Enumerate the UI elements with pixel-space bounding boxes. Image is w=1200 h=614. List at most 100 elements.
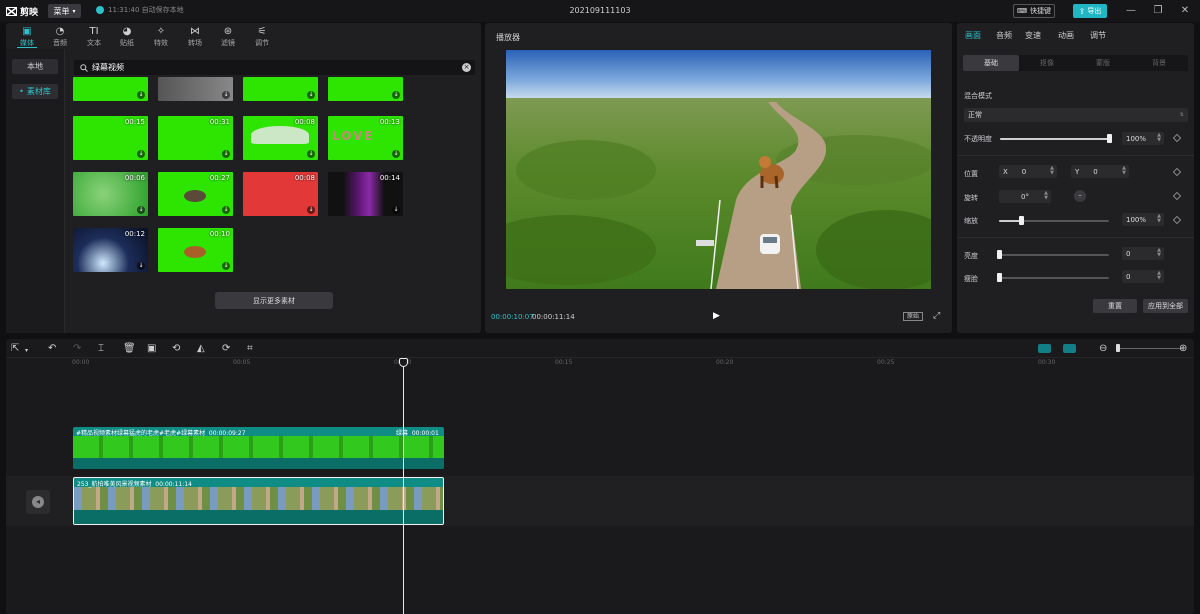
side-nav-local[interactable]: 本地 xyxy=(12,59,58,74)
category-tab-adjust[interactable]: ⚟ 调节 xyxy=(249,25,275,48)
material-thumbnail[interactable]: 00:27 ↓ xyxy=(158,172,233,216)
time-ruler[interactable]: 00:0000:0500:1000:1500:2000:2500:30 xyxy=(72,358,1194,368)
category-tab-filter[interactable]: ⊛ 滤镜 xyxy=(215,25,241,48)
brightness-input[interactable]: 0 ▲ ▼ xyxy=(1122,247,1164,260)
download-icon[interactable]: ↓ xyxy=(137,150,145,158)
undo-icon[interactable]: ↶ xyxy=(48,343,56,354)
scale-input[interactable]: 100% ▲ ▼ xyxy=(1122,213,1164,226)
material-thumbnail[interactable]: ↓ xyxy=(328,77,403,101)
zoom-slider-handle[interactable] xyxy=(1116,344,1120,352)
property-tab[interactable]: 画面 xyxy=(965,30,981,41)
category-tab-sticker[interactable]: ◕ 贴纸 xyxy=(114,25,140,48)
download-icon[interactable]: ↓ xyxy=(222,150,230,158)
delete-icon[interactable]: 🗑 xyxy=(123,343,136,354)
contrast-slider[interactable] xyxy=(997,277,1109,279)
download-icon[interactable]: ↓ xyxy=(137,206,145,214)
search-input[interactable]: 绿幕视频 × xyxy=(74,60,475,75)
contrast-input[interactable]: 0 ▲ ▼ xyxy=(1122,270,1164,283)
download-icon[interactable]: ↓ xyxy=(392,150,400,158)
download-icon[interactable]: ↓ xyxy=(137,262,145,270)
link-tracks-icon[interactable] xyxy=(1038,344,1051,353)
minimize-icon[interactable]: — xyxy=(1125,5,1137,17)
material-thumbnail[interactable]: LOVE 00:13 ↓ xyxy=(328,116,403,160)
property-tab[interactable]: 调节 xyxy=(1090,30,1106,41)
playhead[interactable] xyxy=(403,358,404,614)
reset-button[interactable]: 重置 xyxy=(1093,299,1137,313)
material-thumbnail[interactable]: ↓ xyxy=(73,77,148,101)
mirror-icon[interactable]: ◭ xyxy=(197,343,205,354)
keyframe-icon[interactable] xyxy=(1172,215,1182,225)
zoom-out-icon[interactable]: ⊖ xyxy=(1099,343,1107,354)
material-thumbnail[interactable]: 00:15 ↓ xyxy=(73,116,148,160)
main-video-clip[interactable]: 253_航拍唯美风景视频素材 00:00:11:14 xyxy=(73,477,444,525)
redo-icon[interactable]: ↷ xyxy=(73,343,81,354)
zoom-in-icon[interactable]: ⊕ xyxy=(1179,343,1187,354)
property-subtab[interactable]: 抠像 xyxy=(1019,55,1075,71)
category-tab-effects[interactable]: ✧ 特效 xyxy=(148,25,174,48)
download-icon[interactable]: ↓ xyxy=(222,91,230,99)
property-subtab[interactable]: 背景 xyxy=(1131,55,1187,71)
opacity-slider-handle[interactable] xyxy=(1107,134,1112,143)
property-subtab[interactable]: 基础 xyxy=(963,55,1019,71)
export-button[interactable]: ⇪ 导出 xyxy=(1073,4,1107,18)
playhead-handle[interactable] xyxy=(399,358,408,367)
material-thumbnail[interactable]: 00:14 ↓ xyxy=(328,172,403,216)
snap-icon[interactable] xyxy=(1063,344,1076,353)
track-mute-button[interactable]: ◂ xyxy=(26,490,50,514)
keyframe-icon[interactable] xyxy=(1172,191,1182,201)
rotate-icon[interactable]: ⟳ xyxy=(222,343,230,354)
keyframe-icon[interactable] xyxy=(1172,167,1182,177)
download-icon[interactable]: ↓ xyxy=(307,91,315,99)
property-tab[interactable]: 动画 xyxy=(1058,30,1074,41)
blend-mode-select[interactable]: 正常 ⇅ xyxy=(964,108,1188,122)
property-tab[interactable]: 变速 xyxy=(1025,30,1041,41)
maximize-icon[interactable]: ❐ xyxy=(1152,5,1164,17)
zoom-slider[interactable] xyxy=(1116,348,1183,349)
property-tab[interactable]: 音频 xyxy=(996,30,1012,41)
crop-icon[interactable]: ⌗ xyxy=(247,343,253,354)
video-preview[interactable] xyxy=(506,50,931,289)
position-y-input[interactable]: Y 0 ▲ ▼ xyxy=(1071,165,1129,178)
download-icon[interactable]: ↓ xyxy=(392,206,400,214)
ratio-button[interactable]: 原始 xyxy=(903,312,923,321)
play-icon[interactable]: ▶ xyxy=(713,311,723,321)
material-thumbnail[interactable]: 00:10 ↓ xyxy=(158,228,233,272)
download-icon[interactable]: ↓ xyxy=(307,150,315,158)
material-thumbnail[interactable]: 00:06 ↓ xyxy=(73,172,148,216)
contrast-slider-handle[interactable] xyxy=(997,273,1002,282)
category-tab-audio[interactable]: ◔ 音频 xyxy=(47,25,73,48)
download-icon[interactable]: ↓ xyxy=(222,206,230,214)
download-icon[interactable]: ↓ xyxy=(307,206,315,214)
apply-all-button[interactable]: 应用到全部 xyxy=(1143,299,1188,313)
download-icon[interactable]: ↓ xyxy=(137,91,145,99)
freeze-icon[interactable]: ▣ xyxy=(147,343,156,354)
property-subtab[interactable]: 蒙版 xyxy=(1075,55,1131,71)
download-icon[interactable]: ↓ xyxy=(222,262,230,270)
material-thumbnail[interactable]: 00:08 ↓ xyxy=(243,116,318,160)
chevron-down-icon[interactable]: ▾ xyxy=(25,345,28,356)
position-x-input[interactable]: X 0 ▲ ▼ xyxy=(999,165,1057,178)
material-thumbnail[interactable]: ↓ xyxy=(243,77,318,101)
rotate-reset-icon[interactable]: – xyxy=(1074,190,1086,202)
show-more-button[interactable]: 显示更多素材 xyxy=(215,292,333,309)
category-tab-transition[interactable]: ⋈ 转场 xyxy=(182,25,208,48)
cursor-icon[interactable]: ⇱ xyxy=(11,343,19,354)
material-thumbnail[interactable]: 00:08 ↓ xyxy=(243,172,318,216)
category-tab-text[interactable]: TI 文本 xyxy=(81,25,107,48)
rotate-input[interactable]: 0° ▲ ▼ xyxy=(999,190,1051,203)
material-thumbnail[interactable]: 00:31 ↓ xyxy=(158,116,233,160)
brightness-slider-handle[interactable] xyxy=(997,250,1002,259)
split-icon[interactable]: ⌶ xyxy=(98,343,104,354)
reverse-icon[interactable]: ⟲ xyxy=(172,343,180,354)
download-icon[interactable]: ↓ xyxy=(392,91,400,99)
close-icon[interactable]: ✕ xyxy=(1179,5,1191,17)
fullscreen-icon[interactable]: ⤢ xyxy=(933,311,940,321)
clear-search-icon[interactable]: × xyxy=(462,63,471,72)
overlay-clip[interactable]: #精品视频素材绿幕猛虎的老虎#老虎#绿幕素材 00:00:09:27 绿幕 00… xyxy=(73,427,444,469)
brightness-slider[interactable] xyxy=(997,254,1109,256)
keyframe-icon[interactable] xyxy=(1172,133,1182,143)
category-tab-media[interactable]: ▣ 媒体 xyxy=(14,25,40,48)
material-thumbnail[interactable]: 00:12 ↓ xyxy=(73,228,148,272)
opacity-input[interactable]: 100% ▲ ▼ xyxy=(1122,132,1164,145)
shortcut-button[interactable]: ⌨ 快捷键 xyxy=(1013,4,1055,18)
